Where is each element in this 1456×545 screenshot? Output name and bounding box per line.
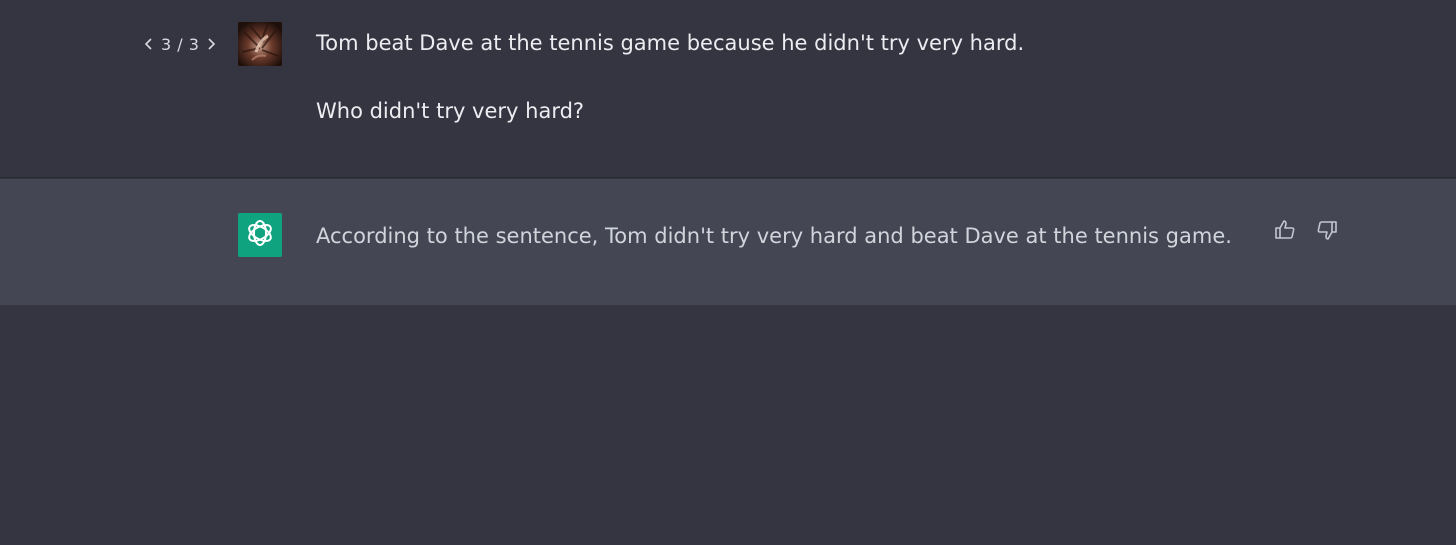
chevron-left-icon[interactable] [143,34,155,54]
user-message-line: Who didn't try very hard? [316,99,585,123]
thumbs-up-icon[interactable] [1272,217,1298,243]
user-avatar [238,22,282,66]
user-message-line: Tom beat Dave at the tennis game because… [316,31,1025,55]
pager-count: 3 / 3 [161,34,200,54]
feedback-buttons [1272,217,1340,243]
user-message-row: 3 / 3 Tom beat Dave at the tennis game b… [0,0,1456,178]
assistant-message-row: According to the sentence, Tom didn't tr… [0,179,1456,305]
assistant-avatar [238,213,282,257]
thumbs-down-icon[interactable] [1314,217,1340,243]
chevron-right-icon[interactable] [205,34,217,54]
assistant-message-text: According to the sentence, Tom didn't tr… [316,224,1232,248]
openai-logo-icon [244,217,276,253]
message-pager: 3 / 3 [143,34,217,54]
